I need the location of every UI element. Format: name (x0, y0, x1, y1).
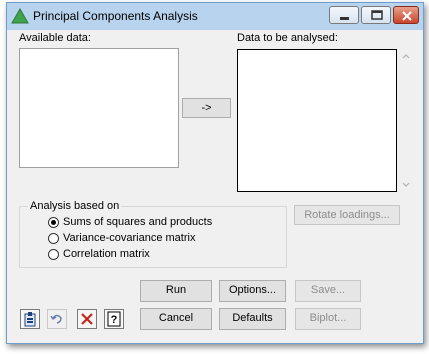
minimize-button[interactable] (329, 6, 359, 24)
data-to-be-analysed-list[interactable] (237, 49, 397, 192)
title-bar[interactable]: Principal Components Analysis (7, 3, 423, 30)
available-data-list[interactable] (19, 48, 179, 168)
svg-text:?: ? (111, 314, 118, 326)
cancel-button[interactable]: Cancel (140, 308, 212, 330)
analysis-based-on-title: Analysis based on (28, 200, 122, 212)
biplot-button[interactable]: Biplot... (295, 308, 361, 330)
available-data-label: Available data: (19, 32, 91, 44)
radio-sums-of-squares[interactable] (48, 217, 59, 228)
clear-icon[interactable] (77, 309, 97, 329)
dialog-window: Principal Components Analysis Available … (6, 2, 424, 344)
window-title: Principal Components Analysis (33, 9, 198, 23)
help-icon[interactable]: ? (104, 309, 124, 329)
radio-variance-covariance[interactable] (48, 233, 59, 244)
radio-correlation-matrix[interactable] (48, 249, 59, 260)
app-triangle-icon (11, 7, 29, 27)
option-correlation-matrix-label[interactable]: Correlation matrix (63, 248, 150, 260)
close-window-button[interactable] (393, 6, 419, 24)
run-button[interactable]: Run (140, 280, 212, 302)
rotate-loadings-button[interactable]: Rotate loadings... (294, 205, 400, 225)
option-variance-covariance-label[interactable]: Variance-covariance matrix (63, 232, 195, 244)
undo-icon[interactable] (47, 309, 67, 329)
scroll-up-icon (402, 54, 410, 59)
defaults-button[interactable]: Defaults (219, 308, 286, 330)
target-list-scrollbar[interactable] (399, 49, 413, 192)
maximize-button[interactable] (361, 6, 391, 24)
data-to-be-analysed-label: Data to be analysed: (237, 32, 338, 44)
radio-selected-dot (51, 220, 56, 225)
save-button[interactable]: Save... (295, 280, 361, 302)
clipboard-icon[interactable] (20, 309, 40, 329)
scroll-down-icon (402, 182, 410, 187)
transfer-button[interactable]: -> (182, 98, 231, 118)
option-sums-of-squares-label[interactable]: Sums of squares and products (63, 216, 212, 228)
options-button[interactable]: Options... (219, 280, 286, 302)
